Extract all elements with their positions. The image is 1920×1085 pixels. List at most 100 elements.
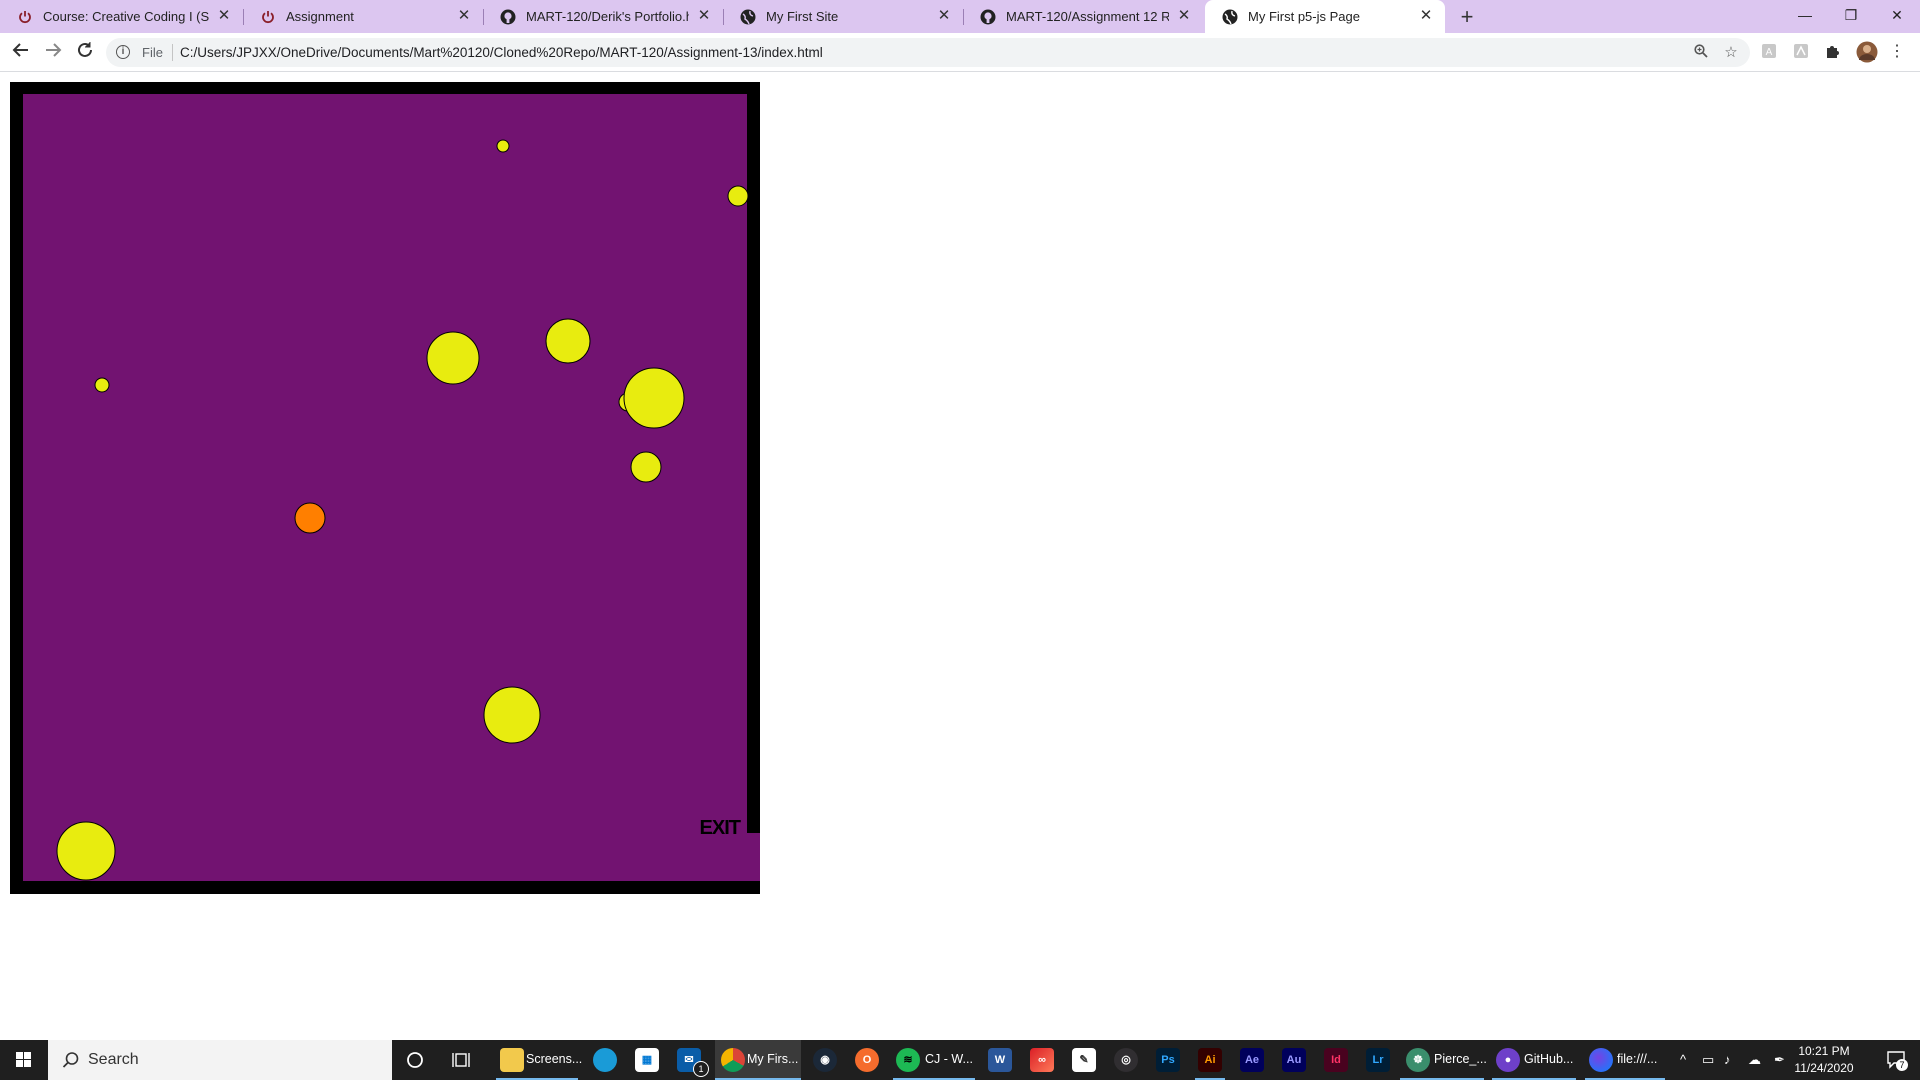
taskbar-spotify[interactable]: ≋ CJ - W... (893, 1040, 975, 1080)
task-view-icon (452, 1053, 470, 1067)
taskbar-firefox[interactable]: file:///... (1585, 1040, 1665, 1080)
illustrator-icon: Ai (1198, 1048, 1222, 1072)
github-icon (500, 9, 516, 25)
taskbar-store[interactable]: ▦ (632, 1040, 662, 1080)
indesign-icon: Id (1324, 1048, 1348, 1072)
forward-button[interactable] (41, 41, 65, 65)
network-icon[interactable]: ▭ (1702, 1052, 1714, 1068)
taskbar-clock[interactable]: 10:21 PM 11/24/2020 (1784, 1043, 1864, 1077)
taskbar-mail[interactable]: ✉ 1 (674, 1040, 710, 1080)
notification-count: 7 (1896, 1059, 1908, 1071)
onedrive-cloud-icon[interactable]: ☁ (1748, 1052, 1761, 1068)
power-icon (17, 9, 33, 25)
minimize-button[interactable]: — (1782, 0, 1828, 30)
menu-kebab-icon[interactable]: ⋮ (1888, 43, 1906, 61)
clock-time: 10:21 PM (1798, 1044, 1850, 1058)
taskbar-github-desktop[interactable]: ● GitHub... (1492, 1040, 1576, 1080)
tab-close-button[interactable]: ✕ (935, 7, 953, 25)
taskbar-lightroom[interactable]: Lr (1363, 1040, 1393, 1080)
taskbar-word[interactable]: W (985, 1040, 1015, 1080)
bookmark-star-icon[interactable]: ☆ (1722, 44, 1740, 62)
taskbar-photoshop[interactable]: Ps (1153, 1040, 1183, 1080)
word-icon: W (988, 1048, 1012, 1072)
tab-close-button[interactable]: ✕ (1175, 7, 1193, 25)
puzzle-extensions-icon[interactable] (1824, 43, 1842, 61)
tab-title: MART-120/Assignment 12 Repo (1006, 9, 1169, 24)
taskbar-file-explorer[interactable]: ▮ Screens... (492, 1040, 582, 1080)
taskbar-label: GitHub... (1524, 1052, 1574, 1066)
search-icon (62, 1052, 79, 1068)
taskbar-indesign[interactable]: Id (1321, 1040, 1351, 1080)
tab-title: My First p5-js Page (1248, 9, 1360, 24)
pierce-app-icon: ☸ (1406, 1048, 1430, 1072)
task-view-button[interactable] (448, 1040, 478, 1080)
tab-my-first-site[interactable]: My First Site ✕ (723, 0, 963, 33)
tab-close-button[interactable]: ✕ (695, 7, 713, 25)
tab-close-button[interactable]: ✕ (455, 7, 473, 25)
obstacle-circle (727, 185, 749, 207)
taskbar-search-box[interactable]: Search (48, 1040, 392, 1080)
back-button[interactable] (9, 41, 33, 65)
action-center-button[interactable]: 7 (1886, 1049, 1908, 1071)
taskbar-creative-cloud[interactable]: ∞ (1027, 1040, 1057, 1080)
site-info-icon[interactable]: i (116, 45, 130, 59)
taskbar-edge[interactable] (590, 1040, 620, 1080)
tab-assignment[interactable]: Assignment ✕ (243, 0, 483, 33)
firefox-icon (1589, 1048, 1613, 1072)
obstacle-circle (496, 139, 510, 153)
after-effects-icon: Ae (1240, 1048, 1264, 1072)
address-bar[interactable]: i File C:/Users/JPJXX/OneDrive/Documents… (106, 38, 1750, 67)
sketch-svg: EXIT (23, 94, 760, 881)
restore-button[interactable]: ❐ (1828, 0, 1874, 30)
tab-portfolio[interactable]: MART-120/Derik's Portfolio.html ✕ (483, 0, 723, 33)
player-circle[interactable] (294, 502, 326, 534)
tab-strip: Course: Creative Coding I (Sect: 5 ✕ Ass… (0, 0, 1920, 33)
extension-icon[interactable]: A (1760, 43, 1778, 61)
volume-icon[interactable]: ♪ (1724, 1052, 1731, 1067)
obstacle-circle (56, 821, 116, 881)
audition-icon: Au (1282, 1048, 1306, 1072)
edge-icon (593, 1048, 617, 1072)
start-button[interactable] (0, 1040, 48, 1080)
forward-arrow-icon (46, 43, 62, 57)
cortana-button[interactable] (400, 1040, 430, 1080)
tab-course[interactable]: Course: Creative Coding I (Sect: 5 ✕ (0, 0, 243, 33)
taskbar-pierce[interactable]: ☸ Pierce_... (1400, 1040, 1487, 1080)
tab-assignment-12-repo[interactable]: MART-120/Assignment 12 Repo ✕ (963, 0, 1203, 33)
exit-gap (747, 833, 760, 881)
obstacle-circle (623, 367, 685, 429)
origin-icon: O (855, 1048, 879, 1072)
taskbar-sketchbook[interactable]: ✎ (1069, 1040, 1099, 1080)
taskbar-audition[interactable]: Au (1279, 1040, 1309, 1080)
profile-avatar[interactable] (1856, 41, 1878, 63)
github-desktop-icon: ● (1496, 1048, 1520, 1072)
taskbar-chrome[interactable]: My Firs... (715, 1040, 801, 1080)
search-placeholder: Search (88, 1051, 139, 1068)
windows-taskbar: Search ▮ Screens... ▦ ✉ 1 My Firs... ◉ O… (0, 1040, 1920, 1080)
reload-button[interactable] (73, 41, 97, 65)
taskbar-origin[interactable]: O (852, 1040, 882, 1080)
taskbar-after-effects[interactable]: Ae (1237, 1040, 1267, 1080)
tab-close-button[interactable]: ✕ (1417, 7, 1435, 25)
tab-my-first-p5js-page[interactable]: My First p5-js Page ✕ (1205, 0, 1445, 33)
github-icon (980, 9, 996, 25)
new-tab-button[interactable]: + (1454, 4, 1480, 30)
tab-close-button[interactable]: ✕ (215, 7, 233, 25)
zoom-icon[interactable] (1692, 44, 1710, 62)
obs-icon: ◎ (1114, 1048, 1138, 1072)
taskbar-illustrator[interactable]: Ai (1195, 1040, 1225, 1080)
tab-title: My First Site (766, 9, 839, 24)
svg-text:A: A (1766, 47, 1773, 58)
pdf-extension-icon[interactable] (1792, 43, 1810, 61)
cortana-ring-icon (407, 1052, 423, 1068)
lightroom-icon: Lr (1366, 1048, 1390, 1072)
tray-chevron-icon[interactable]: ^ (1680, 1052, 1686, 1067)
taskbar-obs[interactable]: ◎ (1111, 1040, 1141, 1080)
omnibox-divider (172, 44, 173, 61)
p5-canvas[interactable]: EXIT (10, 82, 760, 894)
close-window-button[interactable]: ✕ (1874, 0, 1920, 30)
spotify-icon: ≋ (896, 1048, 920, 1072)
url-text[interactable]: C:/Users/JPJXX/OneDrive/Documents/Mart%2… (180, 45, 823, 60)
taskbar-steam[interactable]: ◉ (810, 1040, 840, 1080)
obstacle-circle (630, 451, 662, 483)
